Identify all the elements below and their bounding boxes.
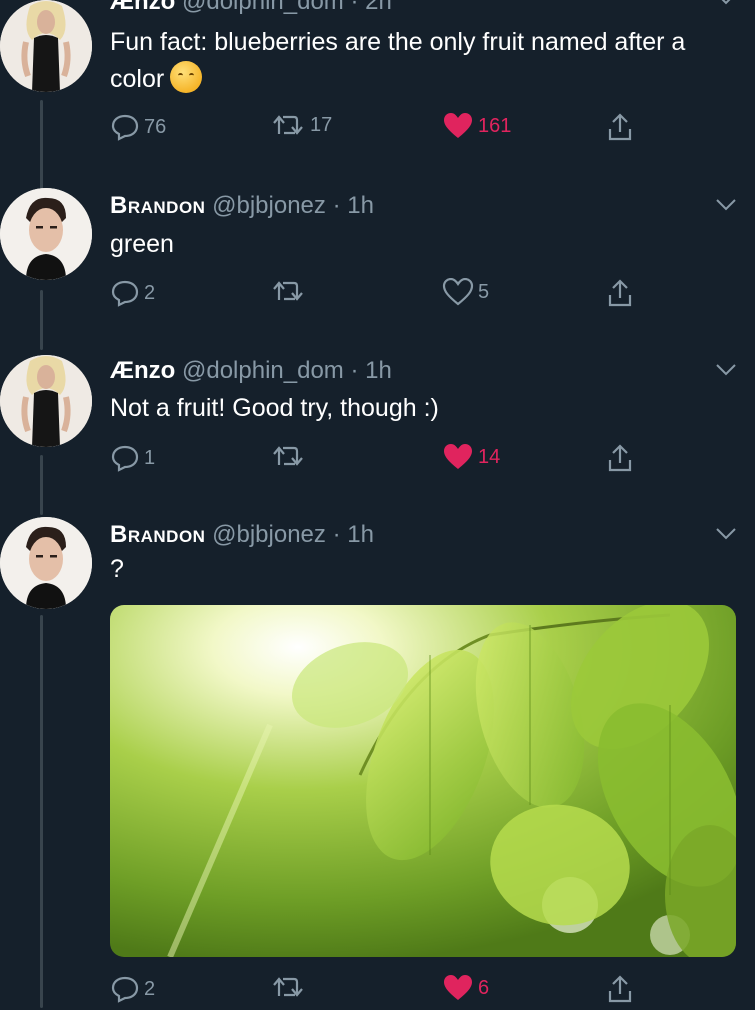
like-button[interactable]: 14	[442, 443, 500, 471]
share-button[interactable]	[607, 443, 633, 473]
timestamp[interactable]: · 1h	[333, 521, 374, 548]
reply-button[interactable]: 2	[110, 278, 155, 308]
share-icon	[608, 975, 632, 1003]
reply-button[interactable]: 1	[110, 443, 155, 473]
retweet-button[interactable]	[272, 974, 310, 1000]
retweet-icon	[273, 977, 303, 997]
tweet-actions: 2 5	[110, 278, 650, 314]
like-button[interactable]: 161	[442, 112, 511, 140]
tweet-media-image[interactable]	[110, 605, 736, 957]
retweet-button[interactable]: 17	[272, 112, 332, 138]
tweet[interactable]: Brandon @bjbjonez · 1h green 2 5	[0, 188, 755, 338]
reply-count: 2	[144, 281, 156, 304]
handle[interactable]: @bjbjonez	[212, 521, 326, 548]
tweet[interactable]: Ænzo @dolphin_dom · 2h Fun fact: blueber…	[0, 0, 755, 160]
reply-icon	[111, 976, 139, 1003]
reply-count: 76	[144, 115, 167, 138]
display-name[interactable]: Ænzo	[110, 357, 175, 384]
tweet-text: green	[110, 230, 174, 258]
share-icon	[608, 279, 632, 307]
like-count: 5	[478, 280, 490, 303]
chevron-down-icon[interactable]	[715, 0, 737, 6]
tweet-header: Brandon @bjbjonez · 1h	[110, 521, 374, 549]
heart-icon	[444, 113, 472, 138]
tweet[interactable]: Ænzo @dolphin_dom · 1h Not a fruit! Good…	[0, 355, 755, 505]
tweet-header: Ænzo @dolphin_dom · 1h	[110, 357, 392, 385]
tweet-header: Brandon @bjbjonez · 1h	[110, 192, 374, 220]
chevron-down-icon[interactable]	[715, 198, 737, 212]
handle[interactable]: @dolphin_dom	[182, 0, 344, 15]
retweet-icon	[273, 281, 303, 301]
retweet-icon	[273, 446, 303, 466]
timestamp[interactable]: · 1h	[333, 192, 374, 219]
share-button[interactable]	[607, 112, 633, 142]
reply-button[interactable]: 76	[110, 112, 166, 142]
tweet-header: Ænzo @dolphin_dom · 2h	[110, 0, 392, 16]
tweet-actions: 76 17 161	[110, 112, 650, 148]
display-name[interactable]: Brandon	[110, 521, 205, 548]
like-count: 161	[478, 114, 512, 137]
retweet-button[interactable]	[272, 443, 310, 469]
tweet-text: Fun fact: blueberries are the only fruit…	[110, 28, 686, 93]
timestamp[interactable]: · 1h	[350, 357, 391, 384]
reply-icon	[111, 445, 139, 472]
chevron-down-icon[interactable]	[715, 527, 737, 541]
timestamp[interactable]: · 2h	[350, 0, 391, 15]
handle[interactable]: @dolphin_dom	[182, 357, 344, 384]
like-button[interactable]: 5	[442, 278, 489, 306]
share-button[interactable]	[607, 974, 633, 1004]
reply-icon	[111, 280, 139, 307]
reply-count: 2	[144, 977, 156, 1000]
heart-icon	[444, 975, 472, 1000]
like-button[interactable]: 6	[442, 974, 489, 1002]
tweet-text: Not a fruit! Good try, though :)	[110, 394, 439, 422]
share-icon	[608, 444, 632, 472]
display-name[interactable]: Ænzo	[110, 0, 175, 15]
tweet-text: ?	[110, 555, 124, 583]
retweet-button[interactable]	[272, 278, 310, 304]
share-button[interactable]	[607, 278, 633, 308]
tweet-actions: 2 6	[110, 974, 650, 1010]
avatar[interactable]	[0, 355, 92, 447]
heart-outline-icon	[442, 278, 474, 306]
like-count: 14	[478, 445, 501, 468]
handle[interactable]: @bjbjonez	[212, 192, 326, 219]
like-count: 6	[478, 976, 490, 999]
reply-count: 1	[144, 446, 156, 469]
reply-icon	[111, 114, 139, 141]
chevron-down-icon[interactable]	[715, 363, 737, 377]
avatar[interactable]	[0, 0, 92, 92]
display-name[interactable]: Brandon	[110, 192, 205, 219]
retweet-icon	[273, 115, 303, 135]
leaves-photo	[110, 605, 736, 957]
reply-button[interactable]: 2	[110, 974, 155, 1004]
share-icon	[608, 113, 632, 141]
hugging-face-icon	[170, 61, 203, 93]
avatar[interactable]	[0, 188, 92, 280]
tweet-actions: 1 14	[110, 443, 650, 479]
heart-icon	[444, 444, 472, 469]
avatar[interactable]	[0, 517, 92, 609]
retweet-count: 17	[310, 113, 333, 136]
